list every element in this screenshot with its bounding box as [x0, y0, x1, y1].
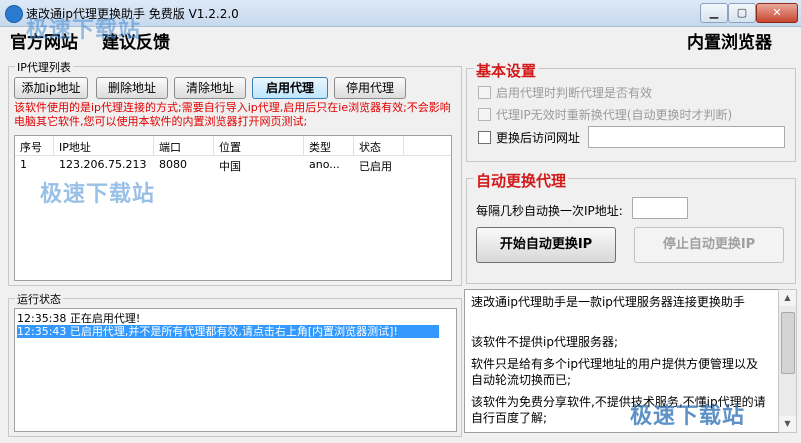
builtin-browser-link[interactable]: 内置浏览器 — [687, 28, 772, 53]
cell-ip: 123.206.75.213 — [59, 158, 147, 171]
interval-input[interactable] — [632, 197, 688, 219]
visit-url-input[interactable] — [588, 126, 785, 148]
proxy-table[interactable]: 序号 IP地址 端口 位置 类型 状态 1 123.206.75.213 808… — [14, 135, 452, 281]
cell-status: 已启用 — [359, 160, 392, 173]
column-divider — [153, 136, 154, 155]
app-icon — [5, 5, 23, 23]
usage-notice: 该软件使用的是ip代理连接的方式;需要自行导入ip代理,启用后只在ie浏览器有效… — [14, 101, 451, 128]
description-paragraph: 软件只是给有多个ip代理地址的用户提供方便管理以及自动轮流切换而已; — [471, 357, 758, 387]
column-header-index[interactable]: 序号 — [20, 139, 42, 155]
log-line: 12:35:38 正在启用代理! — [17, 312, 141, 325]
validate-proxy-label: 启用代理时判断代理是否有效 — [496, 86, 653, 100]
column-divider — [213, 136, 214, 155]
feedback-link[interactable]: 建议反馈 — [102, 28, 170, 53]
column-header-ip[interactable]: IP地址 — [59, 139, 91, 155]
log-line-selected[interactable]: 12:35:43 已启用代理,并不是所有代理都有效,请点击右上角[内置浏览器测试… — [17, 325, 439, 338]
add-ip-button[interactable]: 添加ip地址 — [14, 77, 88, 99]
proxy-list-caption: IP代理列表 — [15, 59, 73, 75]
column-header-status[interactable]: 状态 — [359, 139, 381, 155]
description-paragraph: 该软件为免费分享软件,不提供技术服务,不懂ip代理的请自行百度了解; — [471, 395, 766, 425]
official-site-link[interactable]: 官方网站 — [10, 28, 78, 53]
basic-settings-title: 基本设置 — [474, 60, 539, 81]
cell-port: 8080 — [159, 158, 187, 171]
table-header: 序号 IP地址 端口 位置 类型 状态 — [15, 136, 451, 156]
column-header-type[interactable]: 类型 — [309, 139, 331, 155]
stop-auto-switch-button[interactable]: 停止自动更换IP — [634, 227, 784, 263]
column-divider — [353, 136, 354, 155]
cell-index: 1 — [20, 158, 27, 171]
column-divider — [53, 136, 54, 155]
description-paragraph: 速改通ip代理助手是一款ip代理服务器连接更换助手 — [471, 295, 745, 309]
minimize-button[interactable]: ▁ — [700, 3, 728, 23]
cell-type: ano... — [309, 158, 340, 171]
scroll-down-icon[interactable]: ▼ — [779, 416, 796, 432]
description-paragraph: 该软件不提供ip代理服务器; — [471, 335, 618, 349]
description-panel: 速改通ip代理助手是一款ip代理服务器连接更换助手 该软件不提供ip代理服务器;… — [464, 289, 779, 433]
cell-location: 中国 — [219, 160, 241, 173]
validate-proxy-checkbox[interactable] — [478, 86, 491, 99]
column-header-location[interactable]: 位置 — [219, 139, 241, 155]
reswitch-invalid-checkbox[interactable] — [478, 108, 491, 121]
interval-label: 每隔几秒自动换一次IP地址: — [476, 204, 623, 218]
visit-url-checkbox[interactable] — [478, 131, 491, 144]
run-status-caption: 运行状态 — [15, 291, 63, 307]
description-scrollbar[interactable]: ▲ ▼ — [778, 289, 797, 433]
column-header-port[interactable]: 端口 — [159, 139, 181, 155]
scroll-thumb[interactable] — [781, 312, 795, 374]
reswitch-invalid-label: 代理IP无效时重新换代理(自动更换时才判断) — [496, 108, 733, 122]
disable-proxy-button[interactable]: 停用代理 — [334, 77, 406, 99]
table-row[interactable]: 1 123.206.75.213 8080 中国 ano... 已启用 — [15, 156, 451, 173]
delete-address-button[interactable]: 删除地址 — [96, 77, 168, 99]
column-divider — [403, 136, 404, 155]
auto-switch-title: 自动更换代理 — [474, 170, 569, 191]
visit-url-label: 更换后访问网址 — [496, 131, 581, 145]
log-list[interactable]: 12:35:38 正在启用代理! 12:35:43 已启用代理,并不是所有代理都… — [14, 308, 457, 432]
column-divider — [303, 136, 304, 155]
start-auto-switch-button[interactable]: 开始自动更换IP — [476, 227, 616, 263]
close-button[interactable]: ✕ — [756, 3, 798, 23]
clear-address-button[interactable]: 清除地址 — [174, 77, 246, 99]
scroll-up-icon[interactable]: ▲ — [779, 290, 796, 306]
window-title: 速改通ip代理更换助手 免费版 V1.2.2.0 — [26, 7, 239, 21]
enable-proxy-button[interactable]: 启用代理 — [252, 77, 328, 99]
maximize-button[interactable]: ▢ — [728, 3, 756, 23]
title-bar: 速改通ip代理更换助手 免费版 V1.2.2.0 ▁ ▢ ✕ — [0, 0, 801, 27]
